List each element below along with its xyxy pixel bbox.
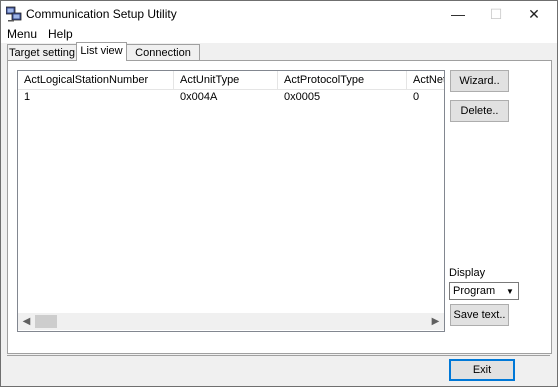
column-header-protocol-type[interactable]: ActProtocolType [278,71,407,89]
minimize-icon: — [451,6,465,22]
minimize-button[interactable]: — [439,1,477,27]
menu-item-menu[interactable]: Menu [7,27,37,41]
chevron-left-icon[interactable]: ◀ [18,313,35,330]
cell-protocol-type: 0x0005 [284,91,321,103]
menu-bar: Menu Help [1,27,557,43]
app-window: Communication Setup Utility — ☐ ✕ Menu H… [0,0,558,387]
display-select[interactable]: Program ▼ [449,282,519,300]
maximize-icon: ☐ [489,5,503,22]
horizontal-scrollbar[interactable]: ◀ ▶ [18,313,444,330]
maximize-button[interactable]: ☐ [477,1,515,27]
column-header-network[interactable]: ActNetw [407,71,444,89]
triangle-down-icon: ▼ [506,286,514,296]
delete-button[interactable]: Delete.. [450,100,509,122]
list-view-panel: ActLogicalStationNumber ActUnitType ActP… [7,60,552,354]
tab-connection-test[interactable]: Connection test [126,44,200,75]
tab-strip: Target setting List view Connection test [1,42,557,75]
close-button[interactable]: ✕ [515,1,553,27]
computer-icon [5,6,22,22]
tab-list-view[interactable]: List view [76,42,127,61]
tab-target-setting[interactable]: Target setting [7,44,77,61]
display-label: Display [449,267,486,279]
column-header-unit-type[interactable]: ActUnitType [174,71,278,89]
display-select-value: Program [453,285,496,297]
close-icon: ✕ [528,5,540,22]
bottom-divider [7,355,550,356]
cell-network: 0 [413,91,420,103]
scrollbar-thumb[interactable] [35,315,57,328]
save-text-button[interactable]: Save text.. [450,304,509,326]
title-bar: Communication Setup Utility — ☐ ✕ [1,1,557,27]
menu-item-help[interactable]: Help [48,27,73,41]
list-header: ActLogicalStationNumber ActUnitType ActP… [18,71,444,90]
station-list[interactable]: ActLogicalStationNumber ActUnitType ActP… [17,70,445,332]
chevron-right-icon[interactable]: ▶ [427,313,444,330]
exit-button[interactable]: Exit [449,359,515,381]
wizard-button[interactable]: Wizard.. [450,70,509,92]
window-title: Communication Setup Utility [26,7,177,21]
column-header-logical-station[interactable]: ActLogicalStationNumber [18,71,174,89]
cell-unit-type: 0x004A [180,91,218,103]
cell-logical-station: 1 [24,91,31,103]
table-row[interactable]: 1 0x004A 0x0005 0 [18,90,444,105]
